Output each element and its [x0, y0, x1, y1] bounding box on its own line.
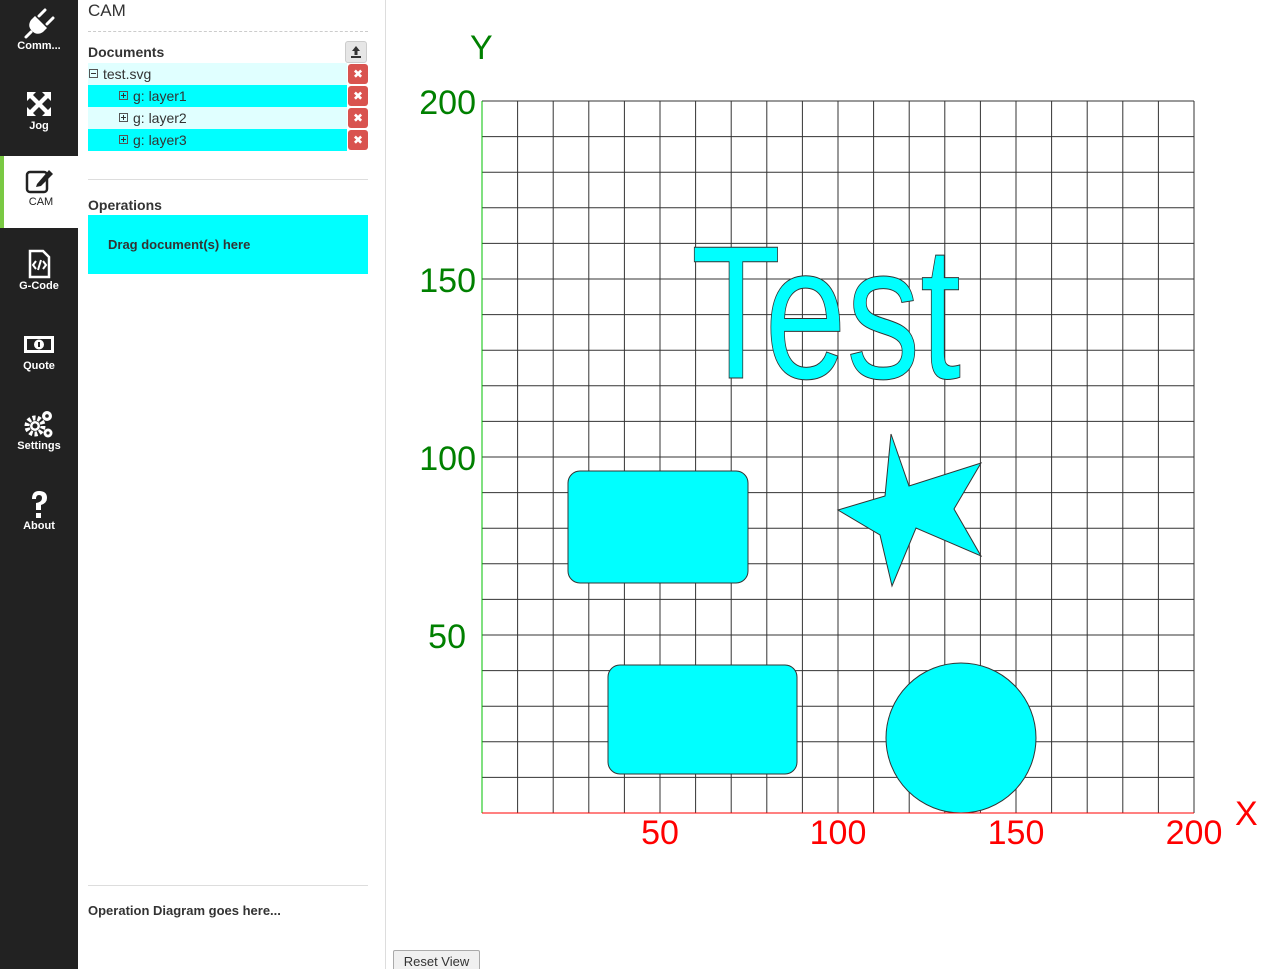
- upload-button[interactable]: [345, 41, 367, 63]
- nav-item-cam[interactable]: CAM: [0, 156, 78, 228]
- nav-label: CAM: [28, 196, 54, 208]
- expand-icon[interactable]: [119, 135, 128, 144]
- nav-label: G-Code: [19, 280, 59, 292]
- layer-name: g: layer3: [133, 132, 187, 148]
- divider: [88, 179, 368, 180]
- rounded-rectangle-shape[interactable]: [607, 664, 798, 775]
- edit-icon: [25, 170, 53, 194]
- reset-view-button[interactable]: Reset View: [393, 950, 480, 969]
- divider: [88, 885, 368, 886]
- nav-item-about[interactable]: About: [0, 480, 78, 552]
- delete-document-button[interactable]: ✖: [348, 64, 368, 84]
- nav-label: Settings: [17, 440, 61, 452]
- x-tick-label: 150: [988, 814, 1045, 852]
- code-file-icon: [28, 249, 51, 279]
- x-tick-label: 200: [1166, 814, 1223, 852]
- x-tick-label: 50: [641, 814, 679, 852]
- main-nav: Comm... Jog CAM G-Code Quote Settings Ab…: [0, 0, 78, 969]
- layer-row[interactable]: g: layer3: [88, 129, 347, 151]
- plug-icon: [24, 8, 55, 39]
- document-row[interactable]: test.svg: [88, 63, 347, 85]
- x-axis-label: X: [1235, 795, 1258, 833]
- layer-row[interactable]: g: layer1: [88, 85, 347, 107]
- delete-layer-button[interactable]: ✖: [348, 108, 368, 128]
- operation-diagram-placeholder: Operation Diagram goes here...: [88, 903, 281, 918]
- nav-item-quote[interactable]: Quote: [0, 320, 78, 392]
- document-name: test.svg: [103, 66, 152, 82]
- move-arrows-icon: [27, 92, 51, 116]
- y-tick-label: 100: [419, 440, 476, 478]
- delete-layer-button[interactable]: ✖: [348, 130, 368, 150]
- nav-label: Comm...: [17, 40, 61, 52]
- nav-item-jog[interactable]: Jog: [0, 80, 78, 152]
- y-tick-label: 200: [419, 84, 476, 122]
- y-tick-label: 150: [419, 262, 476, 300]
- nav-label: Quote: [23, 360, 55, 372]
- nav-item-comms[interactable]: Comm...: [0, 0, 78, 72]
- circle-shape[interactable]: [885, 662, 1037, 814]
- layer-row[interactable]: g: layer2: [88, 107, 347, 129]
- y-tick-label: 50: [428, 618, 466, 656]
- rounded-rectangle-shape[interactable]: [567, 470, 749, 584]
- upload-icon: [351, 46, 361, 58]
- panel-title: CAM: [88, 1, 126, 20]
- workspace-canvas[interactable]: Test Y X 50 100 150 200 200 150 100 50 R…: [386, 0, 1282, 969]
- delete-layer-button[interactable]: ✖: [348, 86, 368, 106]
- x-tick-label: 100: [810, 814, 867, 852]
- y-axis-label: Y: [470, 29, 493, 67]
- text-shape[interactable]: Test: [691, 207, 962, 420]
- documents-heading: Documents: [88, 44, 165, 60]
- nav-item-settings[interactable]: Settings: [0, 400, 78, 472]
- nav-label: About: [23, 520, 55, 532]
- gears-icon: [24, 411, 53, 438]
- money-icon: [24, 336, 54, 353]
- layer-name: g: layer1: [133, 88, 187, 104]
- nav-item-gcode[interactable]: G-Code: [0, 240, 78, 312]
- cam-panel: CAM Documents test.svg ✖ g: layer1 ✖ g: …: [78, 0, 386, 969]
- nav-label: Jog: [29, 120, 49, 132]
- operations-drop-zone[interactable]: Drag document(s) here: [88, 215, 368, 274]
- operations-heading: Operations: [88, 197, 162, 213]
- expand-icon[interactable]: [119, 113, 128, 122]
- collapse-icon[interactable]: [89, 69, 98, 78]
- app-root: Comm... Jog CAM G-Code Quote Settings Ab…: [0, 0, 1282, 969]
- divider: [88, 31, 368, 32]
- expand-icon[interactable]: [119, 91, 128, 100]
- question-icon: [32, 491, 47, 518]
- layer-name: g: layer2: [133, 110, 187, 126]
- grid-view[interactable]: Test Y X 50 100 150 200 200 150 100 50: [386, 0, 1282, 950]
- drop-zone-text: Drag document(s) here: [108, 237, 251, 252]
